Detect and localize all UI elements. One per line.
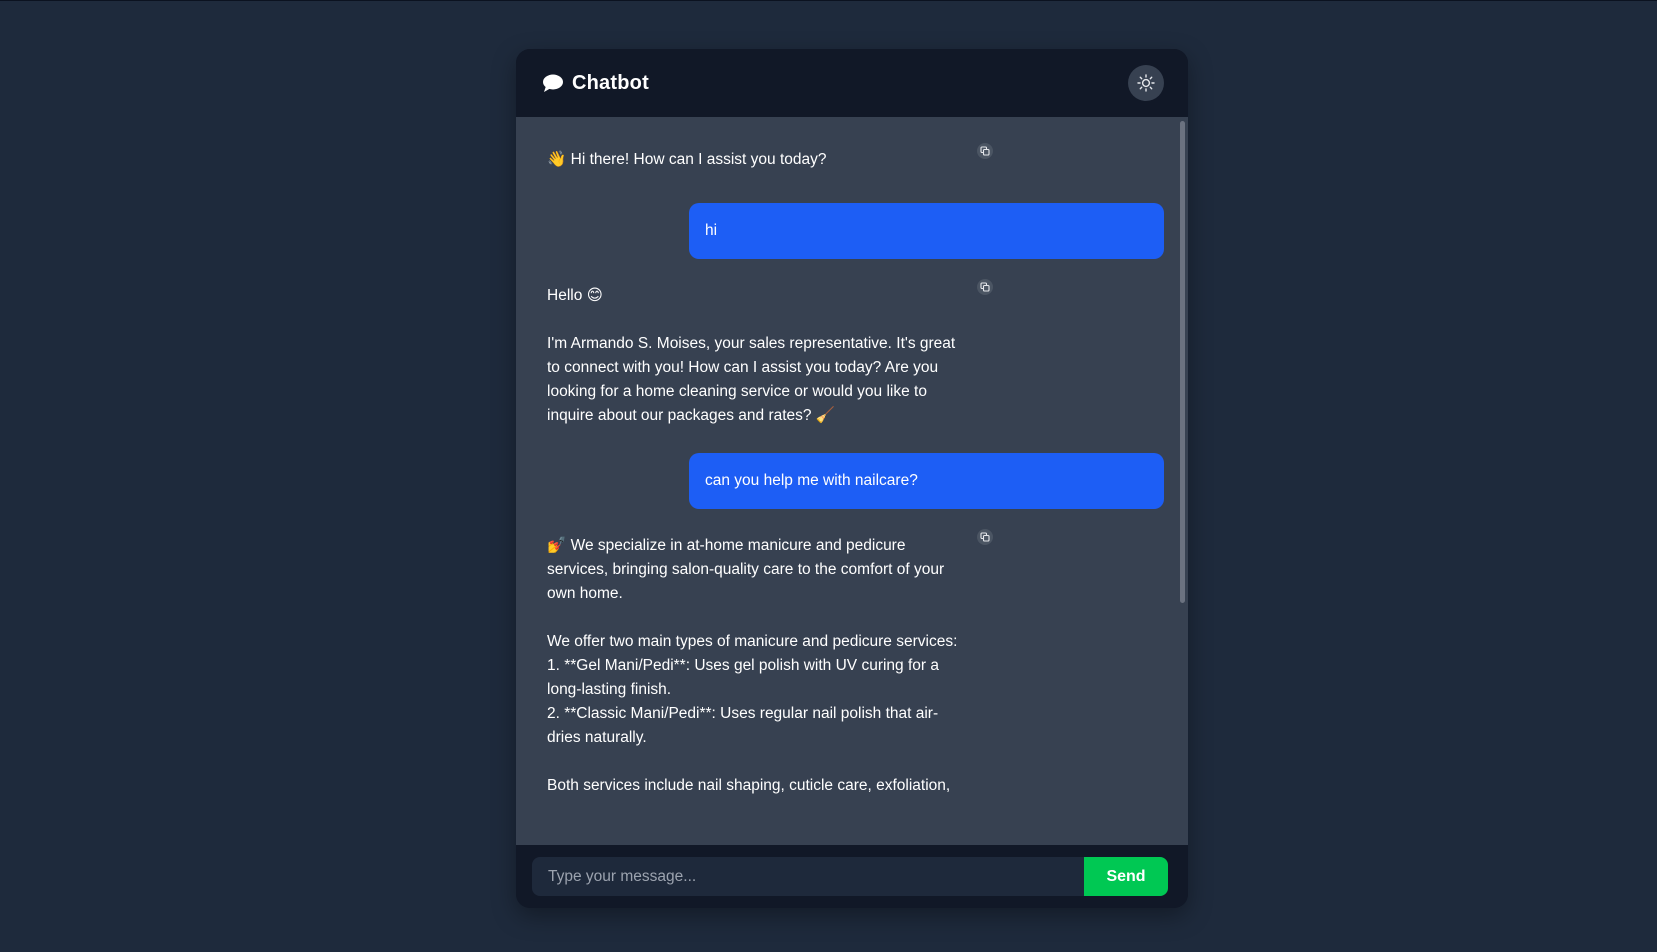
waving-hand-emoji: 👋 bbox=[547, 150, 567, 168]
message-paragraph: Both services include nail shaping, cuti… bbox=[547, 777, 951, 794]
copy-message-button[interactable] bbox=[977, 143, 993, 159]
message-paragraph: 2. **Classic Mani/Pedi**: Uses regular n… bbox=[547, 705, 939, 746]
composer-bar: Send bbox=[516, 845, 1188, 908]
chat-title-group: Chatbot bbox=[542, 72, 649, 95]
paragraph-break bbox=[547, 308, 963, 332]
message-paragraph: Hello 😊 bbox=[547, 287, 603, 304]
chat-title: Chatbot bbox=[572, 71, 649, 94]
message-input[interactable] bbox=[532, 857, 1084, 896]
user-message: can you help me with nailcare? bbox=[689, 453, 1164, 509]
paragraph-break bbox=[547, 750, 963, 774]
message-list[interactable]: 👋 Hi there! How can I assist you today? … bbox=[516, 117, 1188, 845]
copy-message-button[interactable] bbox=[977, 529, 993, 545]
user-message-text: can you help me with nailcare? bbox=[705, 472, 918, 489]
scrollbar-thumb[interactable] bbox=[1180, 121, 1185, 603]
copy-icon bbox=[980, 282, 990, 292]
chat-window: Chatbot 👋 Hi there! How can I assist you… bbox=[516, 49, 1188, 908]
message-paragraph: 1. **Gel Mani/Pedi**: Uses gel polish wi… bbox=[547, 657, 939, 698]
message-paragraph: 👋 Hi there! How can I assist you today? bbox=[547, 150, 827, 168]
copy-icon bbox=[980, 532, 990, 542]
message-paragraph: I'm Armando S. Moises, your sales repres… bbox=[547, 335, 956, 424]
message-paragraph: We offer two main types of manicure and … bbox=[547, 633, 958, 650]
user-message-text: hi bbox=[705, 222, 718, 239]
sun-icon bbox=[1137, 74, 1155, 92]
bot-message: Hello 😊 I'm Armando S. Moises, your sale… bbox=[547, 284, 963, 428]
message-paragraph: 💅 We specialize in at-home manicure and … bbox=[547, 537, 945, 602]
send-button[interactable]: Send bbox=[1084, 857, 1168, 896]
theme-toggle-button[interactable] bbox=[1128, 65, 1164, 101]
paragraph-break bbox=[547, 606, 963, 630]
chat-bubble-icon bbox=[542, 72, 564, 94]
bot-message: 👋 Hi there! How can I assist you today? bbox=[547, 147, 963, 172]
user-message: hi bbox=[689, 203, 1164, 259]
copy-message-button[interactable] bbox=[977, 279, 993, 295]
chat-header: Chatbot bbox=[516, 49, 1188, 117]
bot-message: 💅 We specialize in at-home manicure and … bbox=[547, 534, 963, 798]
copy-icon bbox=[980, 146, 990, 156]
